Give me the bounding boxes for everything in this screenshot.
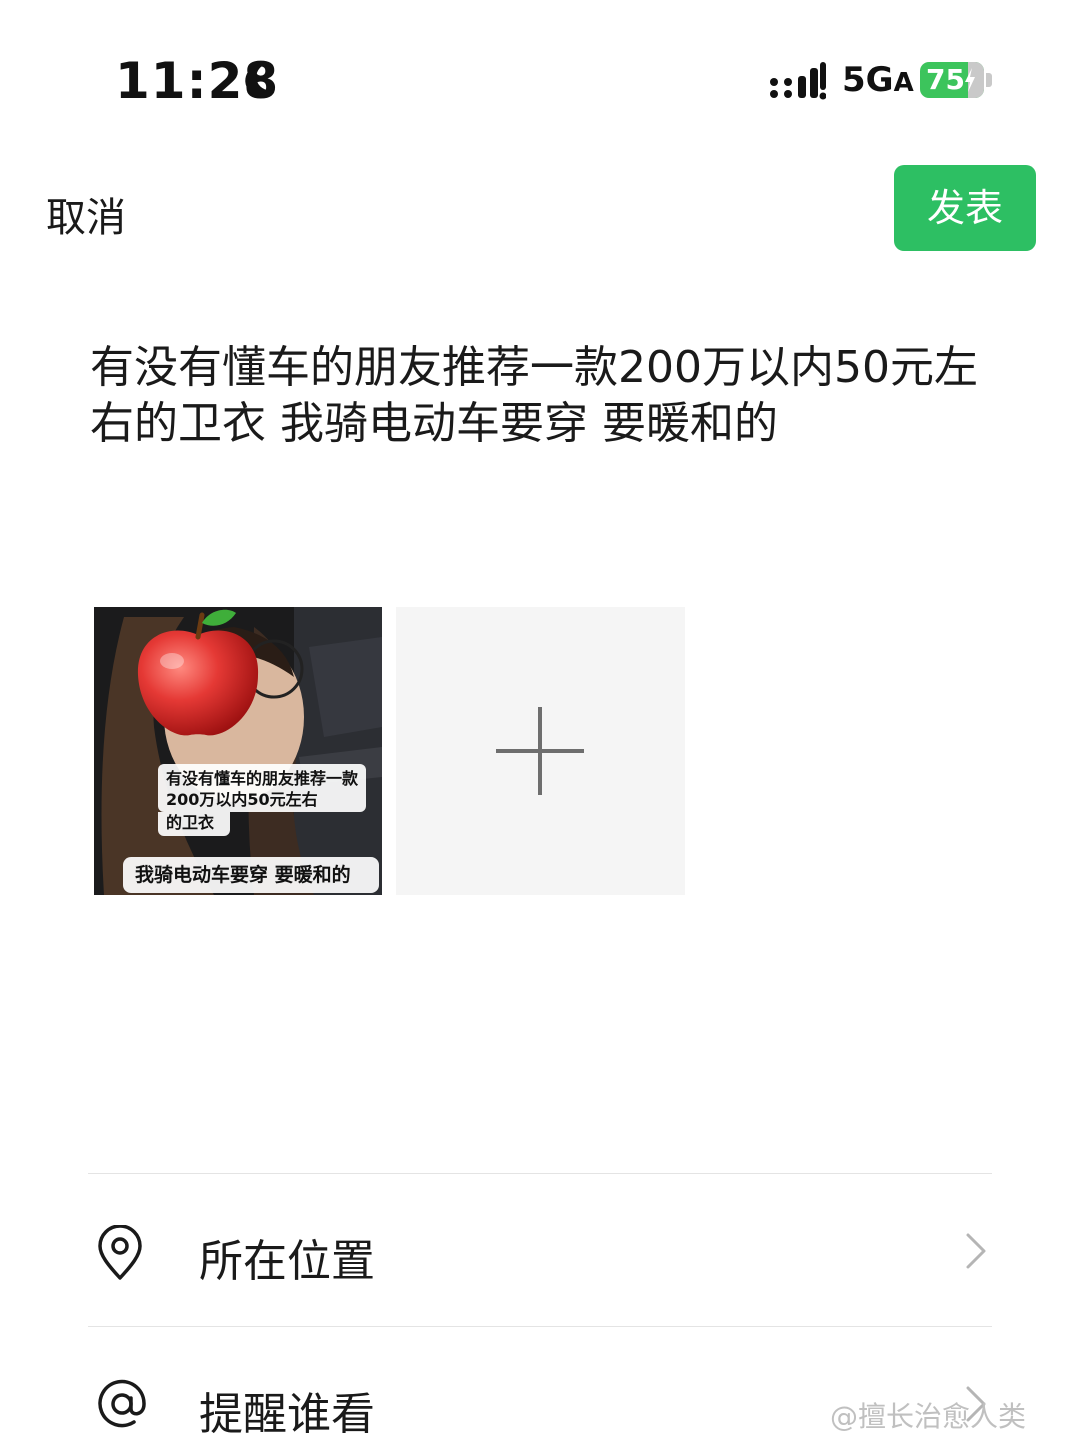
network-type: 5GA xyxy=(842,60,914,100)
divider xyxy=(88,1173,992,1174)
post-text-input[interactable]: 有没有懂车的朋友推荐一款200万以内50元左右的卫衣 我骑电动车要穿 要暖和的 xyxy=(90,340,1010,452)
battery-level: 75 xyxy=(926,63,965,96)
battery-icon: 75 xyxy=(920,62,984,98)
network-label: 5G xyxy=(842,60,894,100)
publish-button[interactable]: 发表 xyxy=(894,165,1036,251)
at-icon xyxy=(98,1379,146,1428)
divider xyxy=(88,1326,992,1327)
chevron-right-icon xyxy=(966,1233,986,1269)
location-label: 所在位置 xyxy=(199,1236,375,1287)
battery-cap xyxy=(986,73,992,87)
watermark: @擅长治愈人类 xyxy=(830,1400,1027,1433)
remind-label: 提醒谁看 xyxy=(199,1389,375,1440)
signal-icon xyxy=(770,62,826,100)
status-bar: 11:28 5GA 75 xyxy=(0,0,1080,150)
image-caption-1: 有没有懂车的朋友推荐一款200万以内50元左右 xyxy=(158,764,366,812)
moon-icon xyxy=(245,64,275,97)
apple-sticker-icon xyxy=(137,609,259,736)
cancel-button[interactable]: 取消 xyxy=(46,185,126,243)
charging-bolt-icon xyxy=(965,68,975,92)
network-suffix: A xyxy=(893,68,914,98)
location-pin-icon xyxy=(98,1225,142,1280)
location-row[interactable]: 所在位置 xyxy=(88,1175,992,1325)
add-media-button[interactable] xyxy=(396,607,685,895)
image-caption-2: 我骑电动车要穿 要暖和的 xyxy=(123,857,379,893)
plus-icon-vertical xyxy=(538,707,542,795)
image-caption-1-tail: 的卫衣 xyxy=(158,812,230,836)
uploaded-image-thumbnail[interactable] xyxy=(94,607,382,895)
